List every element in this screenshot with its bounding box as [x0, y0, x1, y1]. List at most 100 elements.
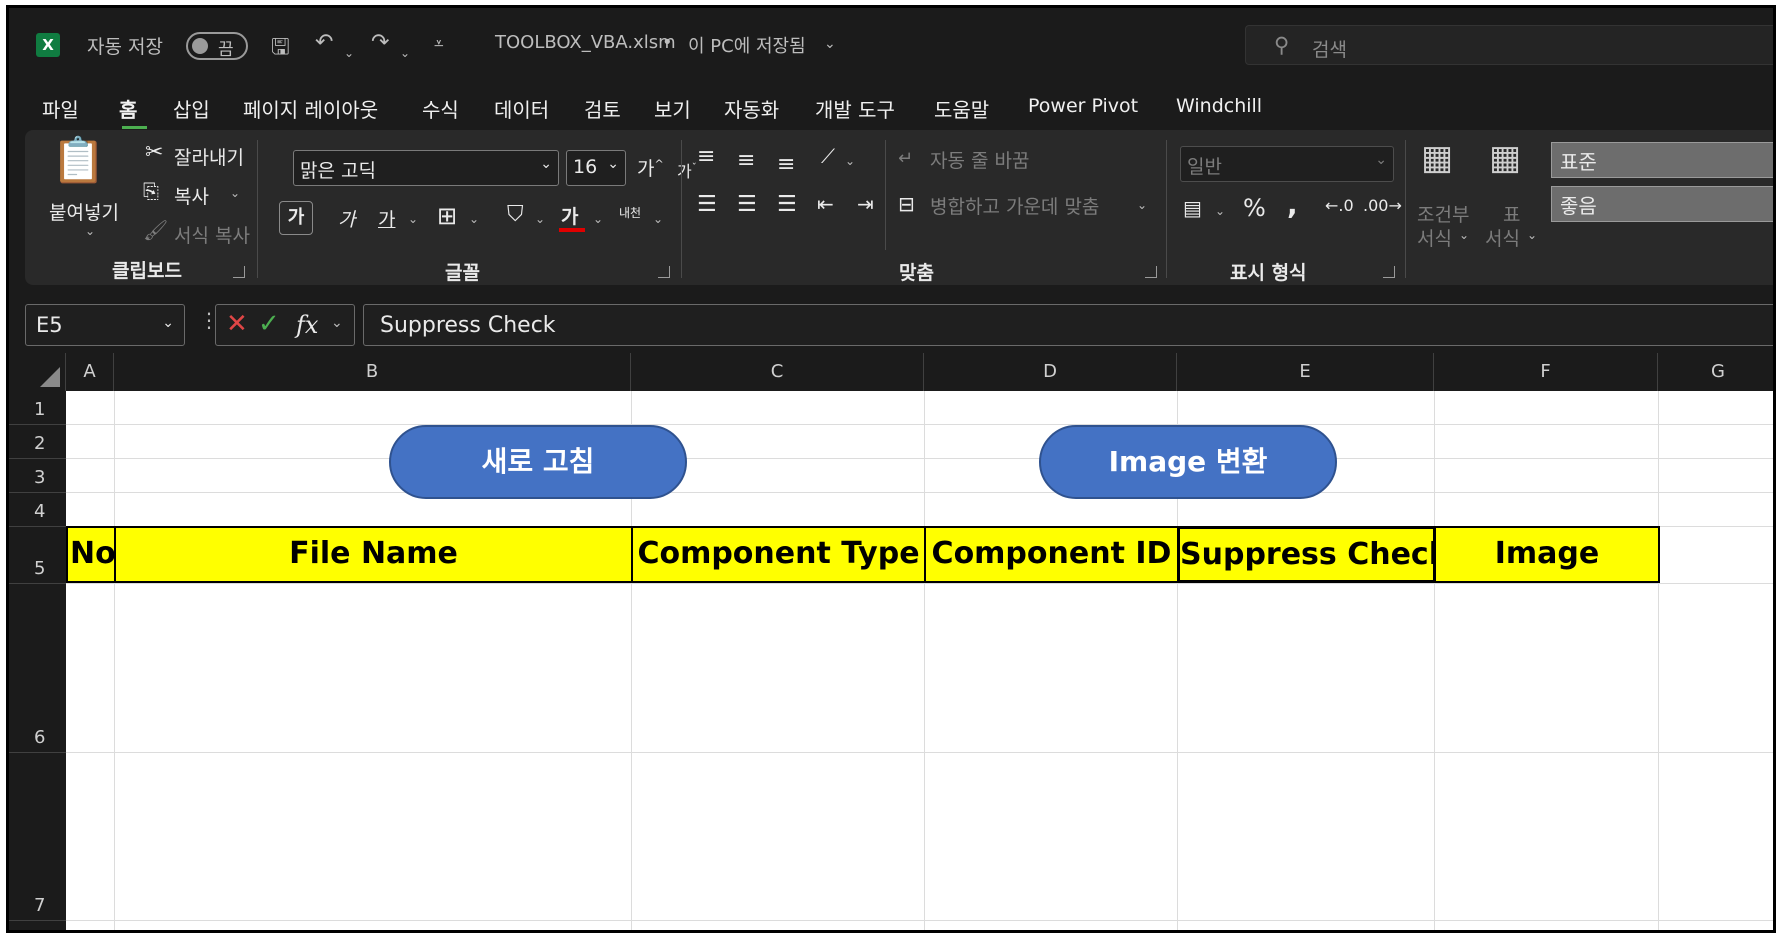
- table-format-icon[interactable]: ▦: [1489, 138, 1521, 178]
- style-normal[interactable]: 표준: [1551, 142, 1773, 178]
- table-dropdown-icon[interactable]: ⌄: [1527, 228, 1537, 242]
- search-box[interactable]: ⚲ 검색: [1245, 25, 1773, 65]
- paste-label[interactable]: 붙여넣기: [49, 198, 119, 225]
- tab-automate[interactable]: 자동화: [724, 94, 779, 123]
- orientation-dropdown-icon[interactable]: ⌄: [845, 154, 855, 168]
- column-header-a[interactable]: A: [66, 353, 114, 391]
- number-launcher-icon[interactable]: [1383, 266, 1395, 278]
- select-all-corner[interactable]: [9, 353, 66, 391]
- undo-icon[interactable]: ↶: [315, 30, 333, 55]
- row-header-3[interactable]: 3: [9, 459, 66, 493]
- comma-style-icon[interactable]: ,: [1287, 188, 1298, 221]
- increase-decimal-icon[interactable]: ←.0: [1325, 196, 1354, 215]
- number-format-select[interactable]: 일반 ⌄: [1180, 146, 1394, 182]
- header-cell-file-name[interactable]: File Name: [114, 526, 633, 583]
- column-header-e[interactable]: E: [1177, 353, 1434, 391]
- cut-icon[interactable]: ✂: [145, 140, 163, 165]
- tab-windchill[interactable]: Windchill: [1176, 95, 1262, 117]
- table-format-label-2[interactable]: 서식: [1485, 224, 1520, 251]
- row-header-1[interactable]: 1: [9, 391, 66, 425]
- cut-label[interactable]: 잘라내기: [174, 143, 244, 170]
- tab-help[interactable]: 도움말: [934, 94, 989, 123]
- column-header-b[interactable]: B: [114, 353, 631, 391]
- copy-dropdown-icon[interactable]: ⌄: [230, 186, 240, 200]
- conditional-dropdown-icon[interactable]: ⌄: [1459, 228, 1469, 242]
- copy-icon[interactable]: ⎘: [143, 179, 159, 203]
- border-icon[interactable]: ⊞: [437, 202, 457, 230]
- orientation-icon[interactable]: ⟋: [821, 144, 835, 168]
- tab-file[interactable]: 파일: [42, 94, 79, 123]
- conditional-format-label-2[interactable]: 서식: [1417, 224, 1452, 251]
- image-convert-button[interactable]: Image 변환: [1039, 425, 1337, 499]
- fill-color-icon[interactable]: ⛉: [507, 202, 524, 227]
- conditional-format-label-1[interactable]: 조건부: [1417, 200, 1469, 227]
- underline-button[interactable]: 가: [378, 205, 395, 232]
- copy-label[interactable]: 복사: [174, 182, 209, 209]
- header-cell-suppress-check[interactable]: Suppress Check: [1177, 526, 1436, 583]
- save-status-chevron-icon[interactable]: ⌄: [824, 36, 836, 52]
- customize-toolbar-icon[interactable]: ⩡: [434, 34, 444, 54]
- paste-dropdown-icon[interactable]: ⌄: [85, 224, 95, 238]
- column-header-d[interactable]: D: [924, 353, 1177, 391]
- column-header-g[interactable]: G: [1658, 353, 1773, 391]
- undo-dropdown-icon[interactable]: ⌄: [344, 38, 354, 63]
- redo-icon[interactable]: ↷: [371, 30, 389, 55]
- row-header-2[interactable]: 2: [9, 425, 66, 459]
- tab-power-pivot[interactable]: Power Pivot: [1028, 95, 1138, 117]
- wrap-text-icon[interactable]: ↵: [898, 148, 913, 169]
- clipboard-launcher-icon[interactable]: [233, 266, 245, 278]
- cancel-icon[interactable]: ✕: [226, 309, 248, 339]
- font-name-select[interactable]: 맑은 고딕 ⌄: [293, 150, 559, 186]
- autosave-toggle[interactable]: 끔: [186, 32, 248, 60]
- align-top-icon[interactable]: ≡: [697, 144, 715, 169]
- align-bottom-icon[interactable]: ≡: [777, 152, 795, 177]
- refresh-button[interactable]: 새로 고침: [389, 425, 687, 499]
- cell-area[interactable]: No File Name Component Type Component ID…: [66, 391, 1773, 930]
- header-cell-image[interactable]: Image: [1434, 526, 1660, 583]
- tab-page-layout[interactable]: 페이지 레이아웃: [243, 94, 378, 123]
- name-box[interactable]: E5 ⌄: [25, 304, 185, 346]
- decrease-decimal-icon[interactable]: .00→: [1363, 196, 1402, 215]
- font-color-button[interactable]: 가: [561, 202, 578, 229]
- phonetic-dropdown-icon[interactable]: ⌄: [653, 212, 663, 226]
- style-good[interactable]: 좋음: [1551, 186, 1773, 222]
- wrap-text-label[interactable]: 자동 줄 바꿈: [930, 146, 1029, 173]
- column-header-f[interactable]: F: [1434, 353, 1658, 391]
- tab-review[interactable]: 검토: [584, 94, 621, 123]
- redo-dropdown-icon[interactable]: ⌄: [400, 38, 410, 63]
- phonetic-icon[interactable]: 내천: [619, 204, 641, 221]
- tab-formulas[interactable]: 수식: [422, 94, 459, 123]
- border-dropdown-icon[interactable]: ⌄: [469, 212, 479, 226]
- merge-center-icon[interactable]: ⊟: [898, 192, 915, 216]
- format-painter-icon[interactable]: 🖌: [143, 218, 168, 242]
- format-painter-label[interactable]: 서식 복사: [174, 221, 250, 248]
- conditional-format-icon[interactable]: ▦: [1421, 138, 1453, 178]
- paste-icon[interactable]: 📋: [51, 134, 106, 186]
- insert-function-icon[interactable]: fx: [296, 311, 318, 339]
- header-cell-no[interactable]: No: [66, 526, 116, 583]
- merge-dropdown-icon[interactable]: ⌄: [1137, 198, 1147, 212]
- align-center-icon[interactable]: ☰: [737, 192, 757, 217]
- save-icon[interactable]: 🖫: [271, 30, 290, 68]
- underline-dropdown-icon[interactable]: ⌄: [408, 212, 418, 226]
- align-left-icon[interactable]: ☰: [697, 192, 717, 217]
- percent-icon[interactable]: %: [1243, 194, 1266, 222]
- save-status[interactable]: 이 PC에 저장됨: [688, 32, 806, 58]
- tab-view[interactable]: 보기: [654, 94, 691, 123]
- increase-font-icon[interactable]: 가^: [637, 154, 664, 181]
- formula-input[interactable]: Suppress Check: [363, 304, 1773, 346]
- bold-button[interactable]: 가: [279, 201, 313, 235]
- decrease-indent-icon[interactable]: ⇤: [817, 192, 834, 216]
- align-middle-icon[interactable]: ≡: [737, 148, 755, 173]
- accounting-format-icon[interactable]: ▤: [1183, 196, 1202, 220]
- row-header-5[interactable]: 5: [9, 527, 66, 584]
- enter-icon[interactable]: ✓: [258, 309, 280, 339]
- accounting-dropdown-icon[interactable]: ⌄: [1215, 204, 1225, 218]
- fill-color-dropdown-icon[interactable]: ⌄: [535, 212, 545, 226]
- italic-button[interactable]: 가: [338, 205, 355, 232]
- header-cell-component-id[interactable]: Component ID: [924, 526, 1179, 583]
- align-right-icon[interactable]: ☰: [777, 192, 797, 217]
- chevron-down-icon[interactable]: ⌄: [331, 315, 343, 331]
- alignment-launcher-icon[interactable]: [1145, 266, 1157, 278]
- font-size-select[interactable]: 16 ⌄: [566, 150, 626, 186]
